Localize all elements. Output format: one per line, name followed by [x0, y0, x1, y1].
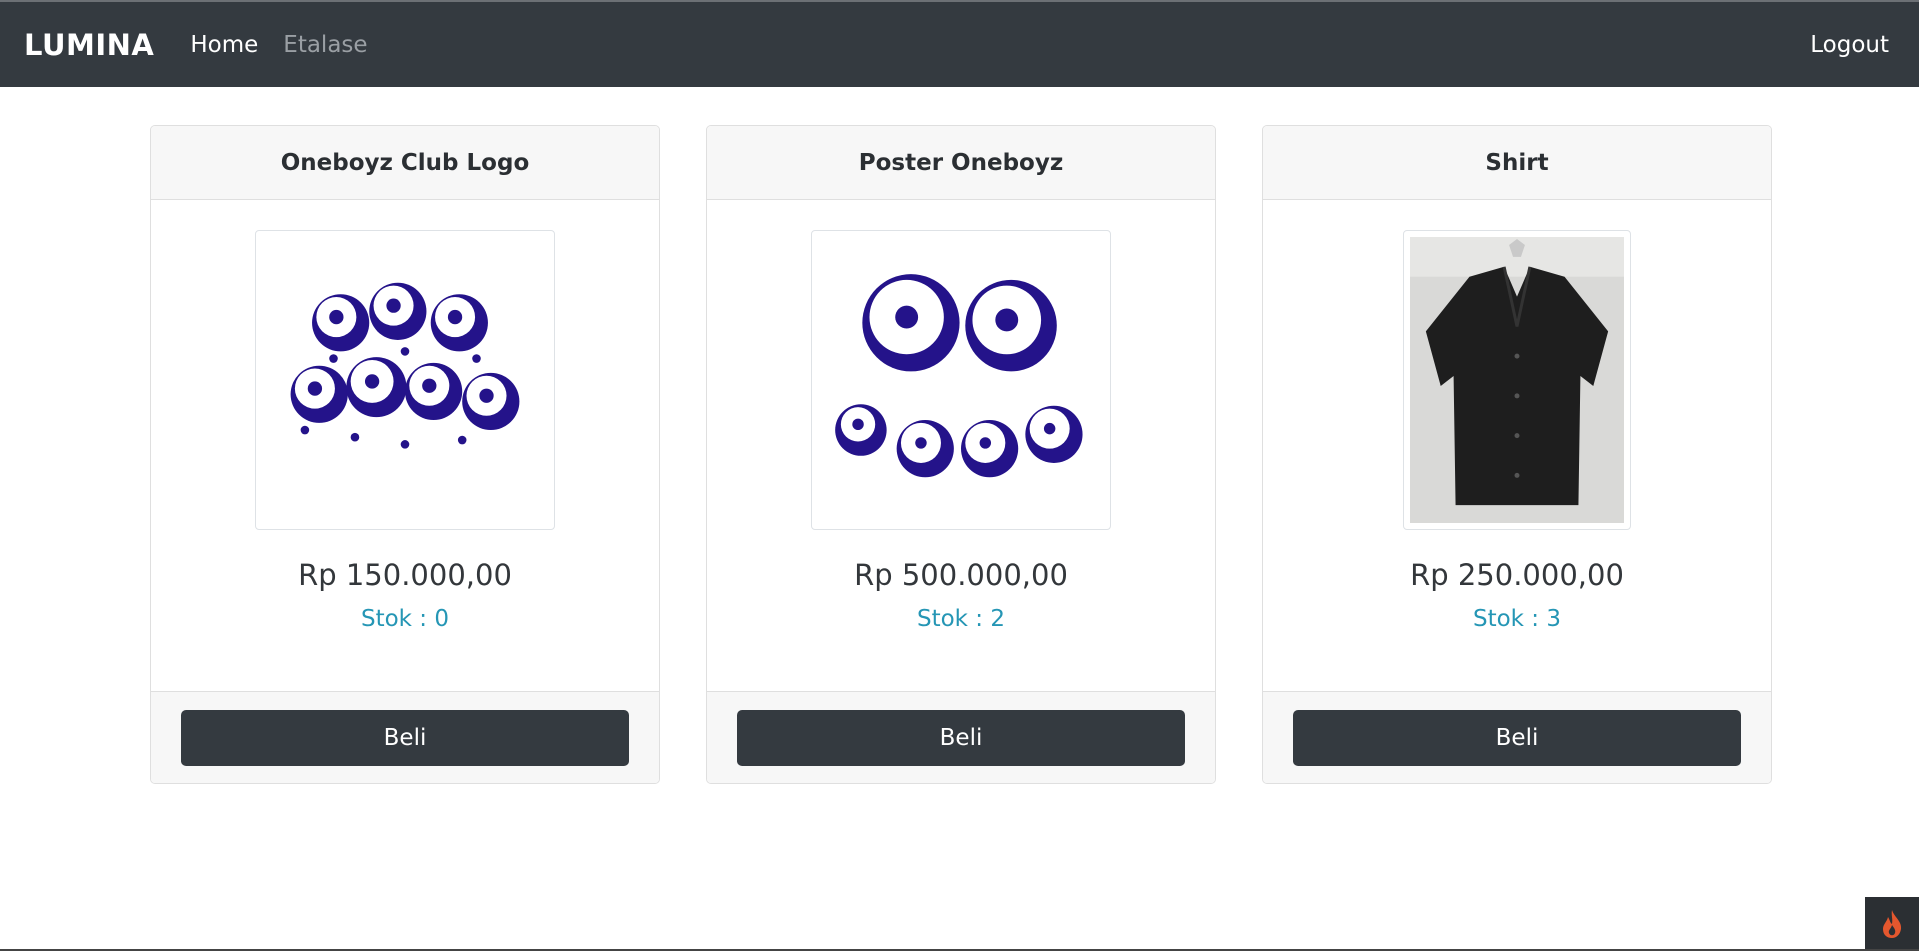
- nav-etalase[interactable]: Etalase: [283, 32, 367, 58]
- brand-logo[interactable]: LUMINA: [24, 28, 154, 62]
- buy-button[interactable]: Beli: [1293, 709, 1741, 766]
- product-title: Shirt: [1263, 126, 1771, 200]
- product-card: Oneboyz Club Logo Rp 150.000,00 Stok: 0…: [150, 125, 660, 784]
- flame-icon: [1883, 910, 1902, 938]
- product-image: [255, 230, 555, 530]
- product-body: Rp 500.000,00 Stok : 2: [707, 200, 1215, 691]
- product-price: Rp 250.000,00: [1410, 558, 1624, 592]
- product-title: Oneboyz Club Logo: [151, 126, 659, 200]
- product-title: Poster Oneboyz: [707, 126, 1215, 200]
- product-footer: Beli: [707, 691, 1215, 783]
- top-navbar: LUMINA Home Etalase Logout: [0, 2, 1919, 87]
- product-body: Rp 150.000,00 Stok : 0: [151, 200, 659, 691]
- logout-link[interactable]: Logout: [1810, 32, 1889, 58]
- product-price: Rp 500.000,00: [854, 558, 1068, 592]
- debug-toolbar-toggle[interactable]: [1865, 897, 1919, 951]
- product-stock: Stok : 3: [1472, 606, 1561, 632]
- poster-oneboyz-image: [835, 274, 1083, 478]
- product-footer: Beli: [151, 691, 659, 783]
- product-image: [1403, 230, 1631, 530]
- product-card: Shirt Rp 250.000,00 Stok : 3 Beli: [1262, 125, 1772, 784]
- product-image: [811, 230, 1111, 530]
- product-card: Poster Oneboyz Rp 500.000,00 Stok: 2 Be…: [706, 125, 1216, 784]
- product-footer: Beli: [1263, 691, 1771, 783]
- product-price: Rp 150.000,00: [298, 558, 512, 592]
- product-stock: Stok : 0: [360, 606, 449, 632]
- product-grid: Oneboyz Club Logo Rp 150.000,00 Stok: 0…: [150, 125, 1772, 784]
- product-stock: Stok : 2: [916, 606, 1005, 632]
- buy-button[interactable]: Beli: [181, 709, 629, 766]
- nav-home[interactable]: Home: [190, 32, 258, 58]
- buy-button[interactable]: Beli: [737, 709, 1185, 766]
- product-body: Rp 250.000,00 Stok : 3: [1263, 200, 1771, 691]
- shirt-photo: [1410, 237, 1624, 523]
- oneboyz-club-logo-image: [290, 282, 520, 449]
